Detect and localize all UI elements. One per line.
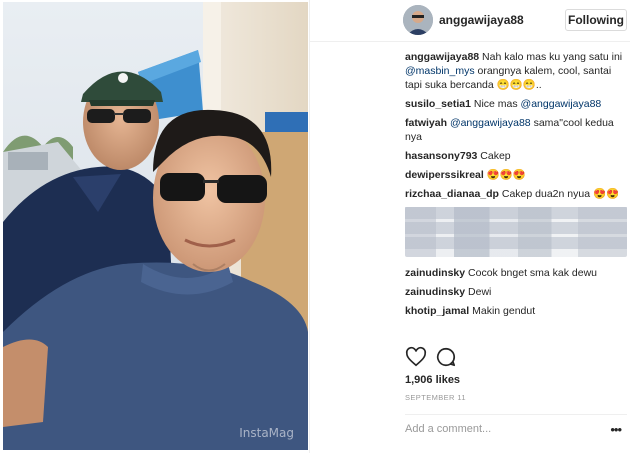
- following-button[interactable]: Following: [565, 9, 627, 31]
- comment-username[interactable]: dewiperssikreal: [405, 169, 484, 181]
- instagram-post-card: InstaMag anggawijaya88 Following anggawi…: [0, 0, 630, 453]
- comment-item: rizchaa_dianaa_dp Cakep dua2n nyua 😍😍: [405, 187, 627, 201]
- comment-username[interactable]: khotip_jamal: [405, 305, 469, 317]
- blurred-comments: [405, 207, 627, 257]
- more-options-icon[interactable]: •••: [610, 422, 622, 437]
- caption: anggawijaya88 Nah kalo mas ku yang satu …: [405, 50, 627, 92]
- comment-icon[interactable]: [435, 346, 457, 368]
- post-side-panel: anggawijaya88 Following anggawijaya88 Na…: [309, 0, 630, 453]
- post-actions: [405, 346, 465, 370]
- comment-item: zainudinsky Dewi: [405, 285, 627, 299]
- add-comment-bar: •••: [405, 414, 627, 442]
- avatar-image: [403, 5, 433, 35]
- comment-mention[interactable]: @anggawijaya88: [450, 117, 531, 129]
- blurred-row: [405, 207, 627, 219]
- avatar[interactable]: [403, 5, 433, 35]
- caption-username[interactable]: anggawijaya88: [405, 51, 479, 63]
- likes-count[interactable]: 1,906 likes: [405, 374, 460, 386]
- comments-list: anggawijaya88 Nah kalo mas ku yang satu …: [405, 50, 627, 323]
- comment-text: Cakep dua2n nyua 😍😍: [498, 188, 620, 200]
- blurred-row: [405, 237, 627, 249]
- add-comment-input[interactable]: [405, 423, 595, 435]
- post-date: SEPTEMBER 11: [405, 393, 466, 402]
- comment-text: 😍😍😍: [483, 169, 526, 181]
- blurred-row: [405, 222, 627, 234]
- comment-username[interactable]: zainudinsky: [405, 267, 465, 279]
- caption-mention[interactable]: @masbin_mys: [405, 65, 475, 77]
- comment-item: susilo_setia1 Nice mas @anggawijaya88: [405, 97, 627, 111]
- comment-item: khotip_jamal Makin gendut: [405, 304, 627, 318]
- comment-username[interactable]: susilo_setia1: [405, 98, 471, 110]
- comment-item: hasansony793 Cakep: [405, 149, 627, 163]
- comment-item: dewiperssikreal 😍😍😍: [405, 168, 627, 182]
- comment-text: Nice mas: [470, 98, 521, 110]
- comment-username[interactable]: fatwiyah: [405, 117, 447, 129]
- comment-mention[interactable]: @anggawijaya88: [521, 98, 602, 110]
- heart-icon[interactable]: [405, 346, 427, 368]
- comment-text: Cocok bnget sma kak dewu: [465, 267, 598, 279]
- watermark-text: InstaMag: [239, 426, 294, 440]
- selfie-image: [3, 2, 308, 450]
- post-photo[interactable]: InstaMag: [3, 2, 308, 450]
- comment-item: fatwiyah @anggawijaya88 sama"cool kedua …: [405, 116, 627, 144]
- comment-username[interactable]: rizchaa_dianaa_dp: [405, 188, 499, 200]
- caption-text-before: Nah kalo mas ku yang satu ini: [479, 51, 623, 63]
- comment-item: zainudinsky Cocok bnget sma kak dewu: [405, 266, 627, 280]
- post-header: anggawijaya88 Following: [310, 0, 630, 42]
- comment-username[interactable]: zainudinsky: [405, 286, 465, 298]
- post-username[interactable]: anggawijaya88: [439, 13, 524, 27]
- comment-text: Makin gendut: [469, 305, 536, 317]
- comment-text: Dewi: [465, 286, 492, 298]
- comment-username[interactable]: hasansony793: [405, 150, 477, 162]
- comment-text: Cakep: [477, 150, 511, 162]
